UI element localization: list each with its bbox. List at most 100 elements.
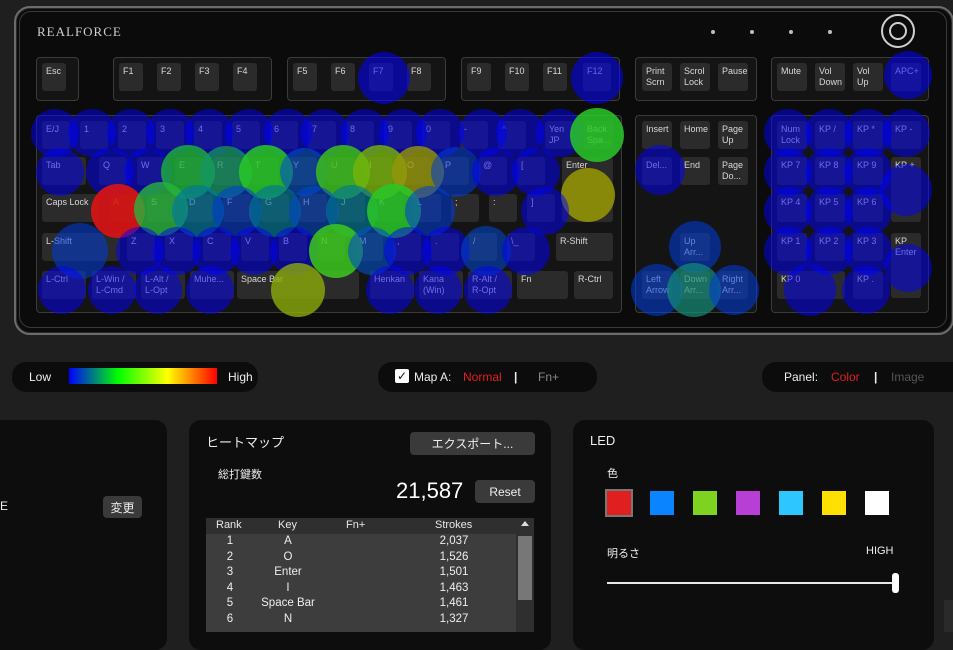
table-scrollbar[interactable] bbox=[516, 518, 534, 632]
key-f9[interactable]: F9 bbox=[467, 63, 491, 91]
key-n9[interactable]: 9 bbox=[384, 121, 412, 149]
key-ralt[interactable]: R-Alt / R-Opt bbox=[468, 271, 512, 299]
key-home[interactable]: Home bbox=[680, 121, 710, 149]
key-o[interactable]: O bbox=[403, 157, 431, 185]
table-row[interactable]: 5 Space Bar 1,461 bbox=[206, 596, 534, 612]
key-b[interactable]: B bbox=[279, 233, 307, 261]
key-j[interactable]: J bbox=[337, 194, 365, 222]
window-scrollbar[interactable] bbox=[944, 600, 953, 632]
key-dot[interactable]: . bbox=[431, 233, 459, 261]
color-swatch[interactable] bbox=[822, 491, 846, 515]
key-kpenter[interactable]: KP Enter bbox=[891, 233, 921, 298]
color-swatch[interactable] bbox=[736, 491, 760, 515]
panel-image-option[interactable]: Image bbox=[891, 370, 924, 384]
key-i[interactable]: I bbox=[365, 157, 393, 185]
key-h[interactable]: H bbox=[299, 194, 327, 222]
key-f5[interactable]: F5 bbox=[293, 63, 317, 91]
key-q[interactable]: Q bbox=[99, 157, 127, 185]
key-f1[interactable]: F1 bbox=[119, 63, 143, 91]
key-minus[interactable]: - bbox=[460, 121, 488, 149]
key-n[interactable]: N bbox=[317, 233, 345, 261]
key-kpmul[interactable]: KP * bbox=[853, 121, 883, 149]
change-button[interactable]: 変更 bbox=[103, 496, 142, 518]
brightness-slider-thumb[interactable] bbox=[892, 573, 899, 593]
key-fn[interactable]: Fn bbox=[517, 271, 568, 299]
key-kp0[interactable]: KP 0 bbox=[777, 271, 845, 299]
key-semi[interactable]: ; bbox=[451, 194, 479, 222]
key-f8[interactable]: F8 bbox=[407, 63, 431, 91]
key-kpadd[interactable]: KP + bbox=[891, 157, 921, 222]
key-rctrl[interactable]: R-Ctrl bbox=[574, 271, 613, 299]
key-lbr[interactable]: [ bbox=[517, 157, 545, 185]
key-z[interactable]: Z bbox=[127, 233, 155, 261]
key-pause[interactable]: Pause bbox=[718, 63, 748, 91]
key-end[interactable]: End bbox=[680, 157, 710, 185]
scroll-thumb[interactable] bbox=[518, 536, 532, 600]
key-d[interactable]: D bbox=[185, 194, 213, 222]
color-swatch[interactable] bbox=[650, 491, 674, 515]
key-a[interactable]: A bbox=[109, 194, 137, 222]
key-bksp[interactable]: Back Spa... bbox=[583, 121, 613, 149]
key-ins[interactable]: Insert bbox=[642, 121, 672, 149]
key-at[interactable]: @ bbox=[479, 157, 507, 185]
key-kpdiv[interactable]: KP / bbox=[815, 121, 845, 149]
key-f11[interactable]: F11 bbox=[543, 63, 567, 91]
key-n8[interactable]: 8 bbox=[346, 121, 374, 149]
table-row[interactable]: 3 Enter 1,501 bbox=[206, 565, 534, 581]
key-kp8[interactable]: KP 8 bbox=[815, 157, 845, 185]
key-right[interactable]: Right Arr... bbox=[718, 271, 748, 299]
key-numlk[interactable]: Num Lock bbox=[777, 121, 807, 149]
key-kana[interactable]: Kana (Win) bbox=[419, 271, 463, 299]
key-l[interactable]: L bbox=[413, 194, 441, 222]
panel-color-option[interactable]: Color bbox=[831, 370, 860, 384]
column-header-strokes[interactable]: Strokes bbox=[435, 519, 472, 531]
key-n1[interactable]: 1 bbox=[80, 121, 108, 149]
key-caret[interactable]: ^ bbox=[498, 121, 526, 149]
key-yen[interactable]: Yen JP bbox=[545, 121, 573, 149]
reset-button[interactable]: Reset bbox=[475, 480, 535, 503]
export-button[interactable]: エクスポート... bbox=[410, 432, 535, 455]
key-apc[interactable]: APC+ bbox=[891, 63, 921, 91]
key-k[interactable]: K bbox=[375, 194, 403, 222]
key-lalt[interactable]: L-Alt / L-Opt bbox=[141, 271, 185, 299]
key-n6[interactable]: 6 bbox=[270, 121, 298, 149]
key-bslash[interactable]: \_ bbox=[507, 233, 535, 261]
key-lwin[interactable]: L-Win / L-Cmd bbox=[92, 271, 136, 299]
map-normal-option[interactable]: Normal bbox=[463, 370, 502, 384]
table-row[interactable]: 4 I 1,463 bbox=[206, 581, 534, 597]
key-pgup[interactable]: Page Up bbox=[718, 121, 748, 149]
key-colon[interactable]: : bbox=[489, 194, 517, 222]
key-kp6[interactable]: KP 6 bbox=[853, 194, 883, 222]
key-down[interactable]: Down Arr... bbox=[680, 271, 710, 299]
key-up[interactable]: Up Arr... bbox=[680, 233, 710, 261]
key-u[interactable]: U bbox=[327, 157, 355, 185]
key-kp7[interactable]: KP 7 bbox=[777, 157, 807, 185]
key-ej[interactable]: E/J bbox=[42, 121, 70, 149]
key-n4[interactable]: 4 bbox=[194, 121, 222, 149]
key-comma[interactable]: , bbox=[393, 233, 421, 261]
key-lshift[interactable]: L-Shift bbox=[42, 233, 120, 261]
key-lctrl[interactable]: L-Ctrl bbox=[42, 271, 86, 299]
key-n5[interactable]: 5 bbox=[232, 121, 260, 149]
key-mute[interactable]: Mute bbox=[777, 63, 807, 91]
table-row[interactable]: 1 A 2,037 bbox=[206, 534, 534, 550]
key-left[interactable]: Left Arrow bbox=[642, 271, 672, 299]
key-n0[interactable]: 0 bbox=[422, 121, 450, 149]
key-r[interactable]: R bbox=[213, 157, 241, 185]
key-f3[interactable]: F3 bbox=[195, 63, 219, 91]
key-e[interactable]: E bbox=[175, 157, 203, 185]
color-swatch[interactable] bbox=[779, 491, 803, 515]
key-caps[interactable]: Caps Lock bbox=[42, 194, 98, 222]
key-scrlk[interactable]: Scrol Lock bbox=[680, 63, 710, 91]
map-checkbox[interactable]: ✓ bbox=[395, 369, 409, 383]
key-pgdn[interactable]: Page Do... bbox=[718, 157, 748, 185]
key-y[interactable]: Y bbox=[289, 157, 317, 185]
key-n2[interactable]: 2 bbox=[118, 121, 146, 149]
key-f12[interactable]: F12 bbox=[583, 63, 611, 91]
key-kpsub[interactable]: KP - bbox=[891, 121, 921, 149]
column-header-key[interactable]: Key bbox=[278, 519, 297, 531]
key-f4[interactable]: F4 bbox=[233, 63, 257, 91]
key-prtsc[interactable]: Print Scrn bbox=[642, 63, 672, 91]
key-henkan[interactable]: Henkan bbox=[370, 271, 414, 299]
key-rshift[interactable]: R-Shift bbox=[556, 233, 613, 261]
